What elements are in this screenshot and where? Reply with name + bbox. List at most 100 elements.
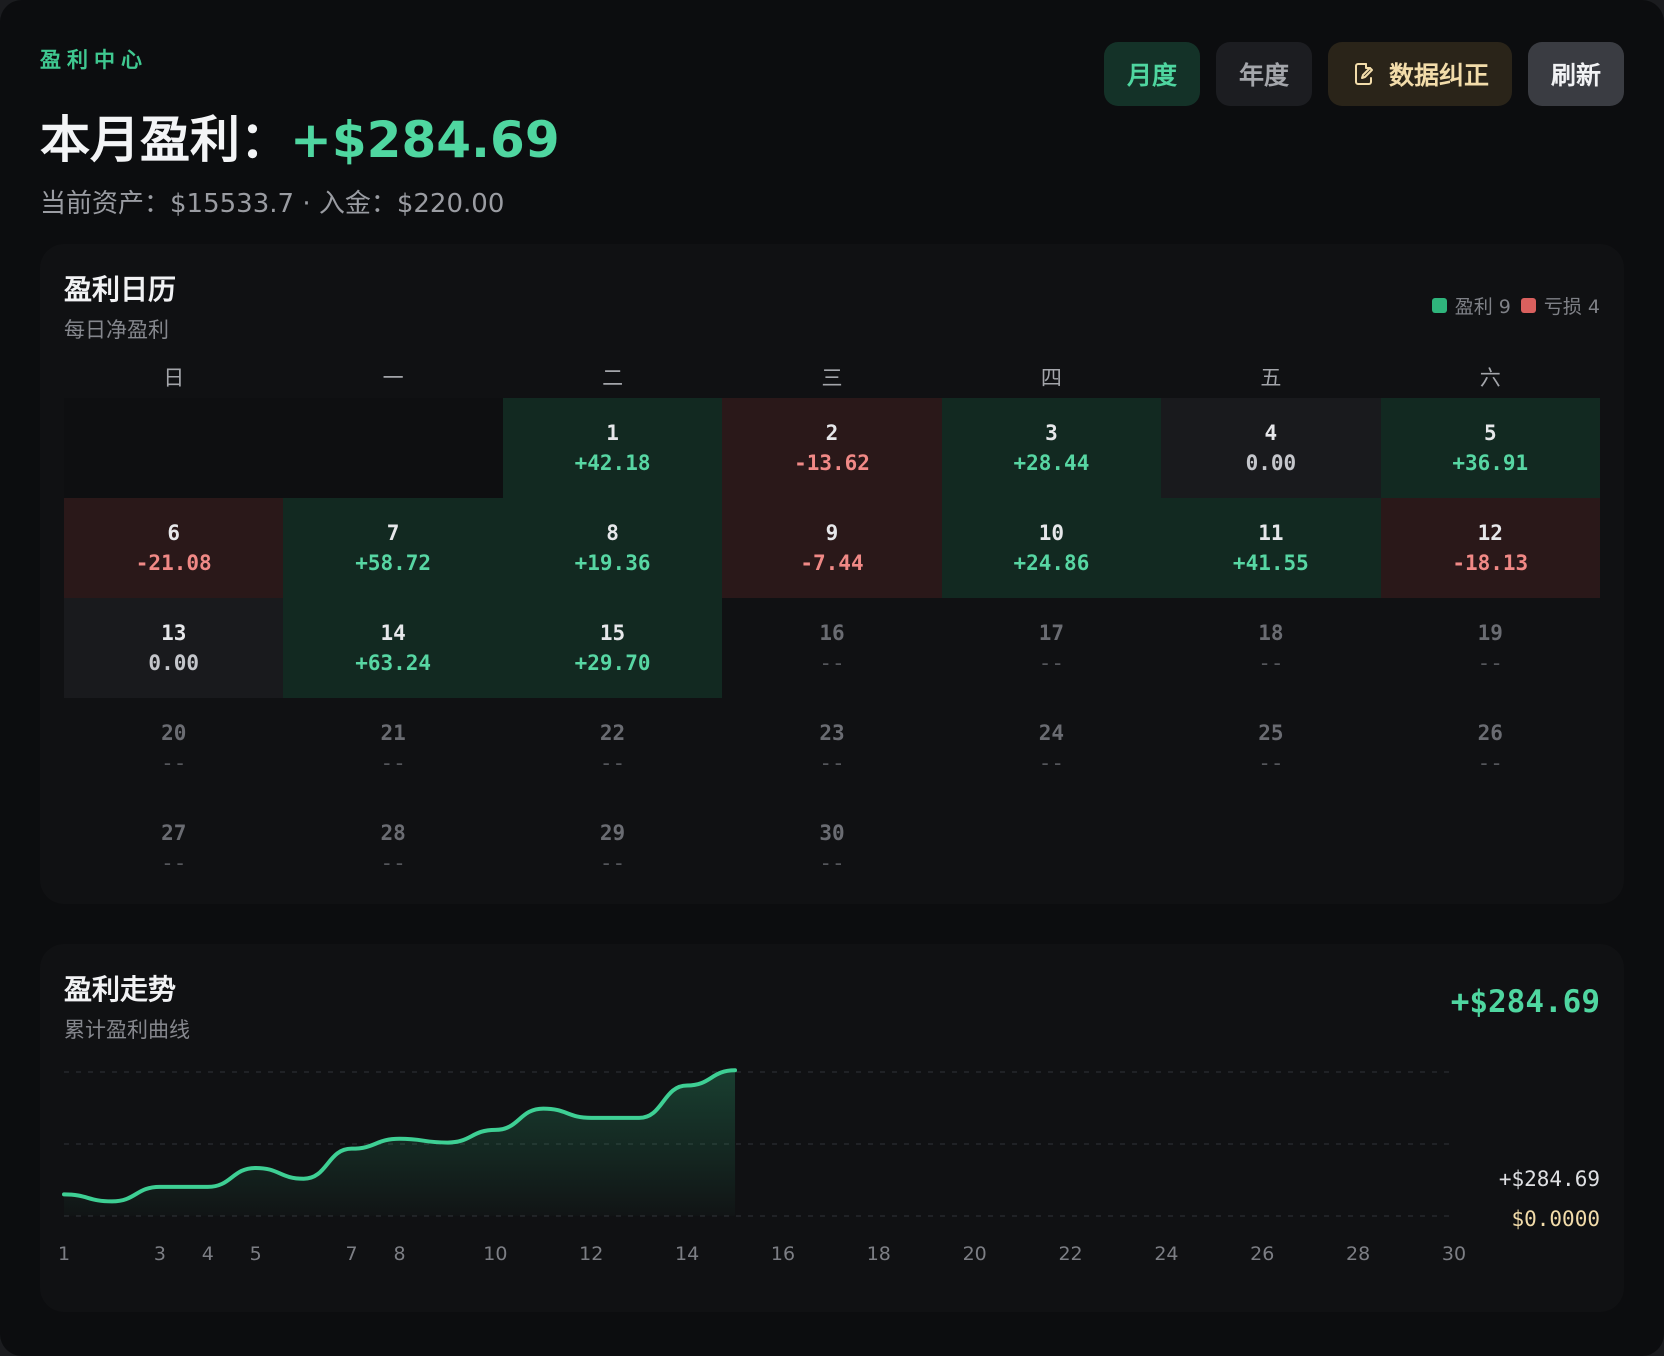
calendar-day-cell[interactable]: 2 -13.62 [722, 398, 942, 498]
calendar-day-cell[interactable]: 5 +36.91 [1380, 398, 1600, 498]
calendar-title: 盈利日历 [64, 273, 177, 306]
x-tick-label: 22 [1058, 1243, 1082, 1265]
x-tick-label: 7 [346, 1243, 358, 1265]
legend-profit: 盈利 9 [1431, 292, 1511, 319]
day-number: 18 [1258, 621, 1284, 645]
day-profit-value: +41.55 [1232, 551, 1309, 575]
calendar-day-cell[interactable]: 25 -- [1161, 698, 1380, 798]
section-eyebrow: 盈利中心 [40, 48, 148, 72]
x-tick-label: 3 [154, 1243, 166, 1265]
day-number: 1 [606, 421, 619, 445]
calendar-day-cell[interactable]: 8 +19.36 [502, 498, 723, 598]
calendar-day-cell[interactable]: 23 -- [722, 698, 941, 798]
calendar-day-cell[interactable]: 16 -- [722, 598, 941, 698]
calendar-day-cell[interactable]: 17 -- [942, 598, 1161, 698]
calendar-grid: 1 +42.18 2 -13.62 3 +28.44 4 0.00 5 +36.91 6 -21.08… [64, 398, 1600, 898]
calendar-day-cell[interactable]: 11 +41.55 [1161, 498, 1381, 598]
day-profit-value: +63.24 [355, 651, 432, 675]
day-profit-value: -18.13 [1452, 551, 1529, 575]
day-profit-value: -21.08 [135, 551, 212, 575]
calendar-day-cell[interactable]: 28 -- [283, 798, 502, 898]
day-number: 24 [1038, 721, 1065, 745]
day-profit-value: -- [161, 851, 187, 875]
x-tick-label: 10 [483, 1243, 507, 1265]
cumulative-profit-chart: 1 3 4 5 7 8 10 12 14 16 18 20 22 24 26 28 30 +$284.69 $0.0… [58, 1068, 1600, 1265]
day-profit-value: +42.18 [574, 451, 651, 475]
calendar-day-cell[interactable]: 27 -- [64, 798, 283, 898]
calendar-legend: 盈利 9 亏损 4 [1431, 292, 1600, 319]
day-profit-value: -- [1477, 651, 1503, 675]
calendar-day-cell[interactable]: 9 -7.44 [722, 498, 942, 598]
day-number: 25 [1258, 721, 1284, 745]
calendar-day-cell[interactable]: 10 +24.86 [941, 498, 1162, 598]
day-number: 20 [161, 721, 187, 745]
calendar-day-cell[interactable]: 24 -- [942, 698, 1161, 798]
calendar-day-cell[interactable]: 13 0.00 [64, 598, 284, 698]
area-fill [64, 1070, 736, 1216]
legend-loss: 亏损 4 [1520, 292, 1600, 319]
calendar-day-cell[interactable]: 14 +63.24 [283, 598, 503, 698]
day-profit-value: -- [1038, 751, 1065, 775]
profit-trend-panel: 盈利走势 累计盈利曲线 +$284.69 1 3 4 5 7 8 10 12 14 16 18 20 2… [40, 944, 1624, 1312]
day-profit-value: -- [819, 851, 845, 875]
x-tick-label: 4 [202, 1243, 214, 1265]
calendar-day-cell[interactable]: 4 0.00 [1161, 398, 1381, 498]
day-profit-value: -- [1477, 751, 1503, 775]
day-profit-value: -- [819, 751, 845, 775]
calendar-day-cell[interactable]: 12 -18.13 [1380, 498, 1600, 598]
calendar-day-cell[interactable]: 3 +28.44 [941, 398, 1162, 498]
y-axis-label: $0.0000 [1511, 1207, 1600, 1231]
weekday-label: 四 [1040, 366, 1062, 390]
y-axis-label: +$284.69 [1499, 1167, 1600, 1191]
day-number: 7 [386, 521, 400, 545]
data-correction-button[interactable]: 数据纠正 [1328, 42, 1512, 106]
day-number: 2 [825, 421, 839, 445]
x-tick-label: 16 [771, 1243, 795, 1265]
calendar-day-cell[interactable]: 18 -- [1161, 598, 1380, 698]
calendar-day-cell[interactable]: 1 +42.18 [502, 398, 723, 498]
day-profit-value: +24.86 [1013, 551, 1090, 575]
profit-calendar-panel: 盈利日历 每日净盈利 盈利 9 亏损 4 日 一 二 三 四 五 六 1 +42.18 2 -13… [40, 244, 1624, 904]
monthly-button[interactable]: 月度 [1104, 42, 1200, 106]
day-number: 29 [599, 821, 626, 845]
calendar-day-cell[interactable]: 21 -- [283, 698, 502, 798]
calendar-day-cell[interactable]: 6 -21.08 [64, 498, 284, 598]
day-profit-value: +29.70 [574, 651, 651, 675]
x-tick-label: 14 [675, 1243, 699, 1265]
calendar-day-cell[interactable]: 26 -- [1381, 698, 1600, 798]
day-profit-value: -- [380, 851, 406, 875]
calendar-day-cell[interactable]: 7 +58.72 [283, 498, 503, 598]
headline-label: 本月盈利： [40, 111, 290, 169]
weekday-label: 三 [821, 366, 843, 390]
day-number: 14 [380, 621, 406, 645]
refresh-button[interactable]: 刷新 [1528, 42, 1624, 106]
day-profit-value: -- [599, 851, 626, 875]
profit-swatch [1431, 298, 1447, 313]
x-tick-label: 24 [1154, 1243, 1178, 1265]
calendar-day-cell[interactable]: 19 -- [1381, 598, 1600, 698]
calendar-day-cell[interactable]: 20 -- [64, 698, 283, 798]
day-profit-value: +58.72 [355, 551, 432, 575]
x-tick-label: 5 [250, 1243, 262, 1265]
day-number: 23 [819, 721, 845, 745]
yearly-button[interactable]: 年度 [1216, 42, 1312, 106]
calendar-day-cell[interactable]: 29 -- [503, 798, 722, 898]
calendar-day-cell[interactable]: 15 +29.70 [502, 598, 723, 698]
day-profit-value: 0.00 [148, 651, 199, 675]
legend-profit-label: 盈利 9 [1454, 296, 1511, 318]
day-number: 15 [599, 621, 626, 645]
day-number: 22 [599, 721, 626, 745]
data-correction-label: 数据纠正 [1388, 61, 1489, 90]
day-profit-value: -- [161, 751, 187, 775]
x-tick-label: 28 [1346, 1243, 1370, 1265]
day-number: 28 [380, 821, 406, 845]
calendar-day-cell[interactable]: 22 -- [503, 698, 722, 798]
day-number: 8 [606, 521, 619, 545]
day-number: 17 [1038, 621, 1065, 645]
calendar-blank-cell [283, 398, 503, 498]
day-number: 13 [161, 621, 187, 645]
x-tick-label: 1 [58, 1243, 70, 1265]
day-profit-value: +36.91 [1452, 451, 1529, 475]
day-number: 3 [1045, 421, 1058, 445]
calendar-day-cell[interactable]: 30 -- [722, 798, 941, 898]
